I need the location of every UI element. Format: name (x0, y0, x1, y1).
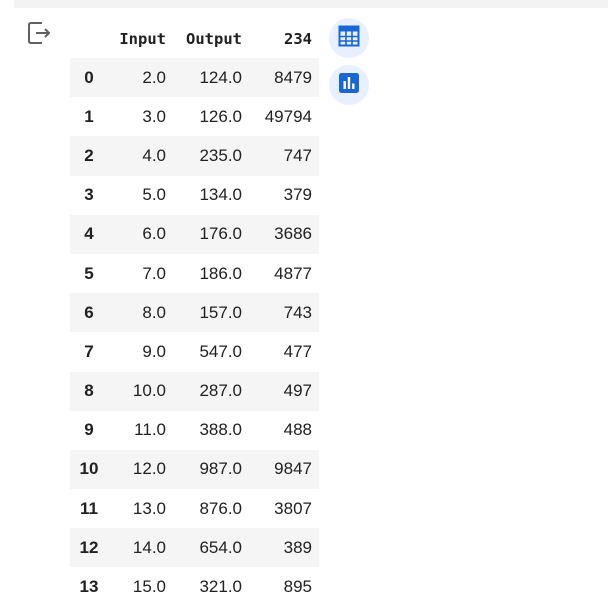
cell-output: 876.0 (199, 498, 242, 518)
cell-234: 379 (283, 185, 312, 205)
cell-234: 747 (283, 145, 312, 165)
cell-input: 14.0 (132, 537, 166, 557)
cell-output: 287.0 (199, 381, 242, 401)
row-index: 1 (84, 106, 94, 126)
cell-234: 497 (283, 381, 312, 401)
index-header (70, 20, 108, 58)
row-index: 4 (84, 224, 94, 244)
row-index: 12 (79, 537, 99, 557)
cell-input: 5.0 (142, 185, 166, 205)
column-header-input: Input (119, 30, 166, 48)
table-row: 13 15.0 321.0 895 (70, 567, 319, 606)
row-index: 8 (84, 381, 94, 401)
table-row: 11 13.0 876.0 3807 (70, 489, 319, 528)
cell-input: 8.0 (142, 302, 166, 322)
table-row: 4 6.0 176.0 3686 (70, 214, 319, 254)
cell-input: 2.0 (142, 67, 166, 87)
cell-input: 13.0 (132, 498, 166, 518)
cell-output: 235.0 (199, 145, 242, 165)
dataframe-table: Input Output 234 0 2.0 124.0 8479 1 3.0 … (70, 20, 319, 607)
cell-234: 9847 (274, 459, 312, 479)
suggest-charts-button[interactable] (329, 65, 369, 105)
cell-output: 176.0 (199, 224, 242, 244)
cell-input: 7.0 (142, 263, 166, 283)
cell-234: 4877 (274, 263, 312, 283)
row-index: 10 (79, 459, 99, 479)
table-row: 2 4.0 235.0 747 (70, 136, 319, 176)
cell-output: 388.0 (199, 420, 242, 440)
table-row: 7 9.0 547.0 477 (70, 332, 319, 371)
table-grid-icon (338, 25, 360, 52)
row-index: 9 (84, 420, 94, 440)
table-row: 10 12.0 987.0 9847 (70, 449, 319, 490)
cell-output: 654.0 (199, 537, 242, 557)
table-row: 3 5.0 134.0 379 (70, 176, 319, 215)
bar-chart-icon (338, 72, 360, 99)
cell-input: 12.0 (132, 459, 166, 479)
column-header-234: 234 (284, 30, 312, 48)
table-row: 8 10.0 287.0 497 (70, 371, 319, 411)
table-row: 9 11.0 388.0 488 (70, 411, 319, 450)
table-row: 6 8.0 157.0 743 (70, 293, 319, 333)
cell-234: 895 (283, 577, 312, 597)
cell-input: 15.0 (132, 577, 166, 597)
cell-output: 157.0 (199, 302, 242, 322)
cell-input: 6.0 (142, 224, 166, 244)
row-index: 13 (79, 577, 99, 597)
output-arrow-icon[interactable] (27, 20, 53, 46)
cell-output: 321.0 (199, 577, 242, 597)
table-row: 1 3.0 126.0 49794 (70, 97, 319, 136)
cell-output: 186.0 (199, 263, 242, 283)
cell-input: 3.0 (142, 106, 166, 126)
cell-input: 4.0 (142, 145, 166, 165)
row-index: 2 (84, 145, 94, 165)
convert-to-interactive-table-button[interactable] (329, 18, 369, 58)
row-index: 11 (80, 498, 98, 518)
cell-output: 134.0 (199, 185, 242, 205)
cell-234: 8479 (274, 67, 312, 87)
cell-input: 11.0 (134, 420, 166, 440)
row-index: 5 (84, 263, 94, 283)
row-index: 0 (84, 67, 94, 87)
row-index: 6 (84, 302, 94, 322)
row-index: 7 (84, 341, 94, 361)
cell-output: 124.0 (199, 67, 242, 87)
table-row: 0 2.0 124.0 8479 (70, 58, 319, 98)
cell-234: 477 (283, 341, 312, 361)
cell-input: 10.0 (132, 381, 166, 401)
cell-top-border (14, 0, 608, 8)
cell-234: 389 (283, 537, 312, 557)
cell-input: 9.0 (142, 341, 166, 361)
cell-output: 987.0 (199, 459, 242, 479)
table-row: 5 7.0 186.0 4877 (70, 254, 319, 293)
row-index: 3 (84, 185, 94, 205)
table-header-row: Input Output 234 (70, 20, 319, 58)
column-header-output: Output (186, 30, 242, 48)
cell-234: 3807 (274, 498, 312, 518)
cell-234: 49794 (264, 106, 312, 126)
cell-output: 126.0 (199, 106, 242, 126)
cell-output: 547.0 (199, 341, 242, 361)
table-row: 12 14.0 654.0 389 (70, 528, 319, 568)
cell-234: 488 (283, 420, 312, 440)
cell-234: 3686 (274, 224, 312, 244)
cell-234: 743 (283, 302, 312, 322)
